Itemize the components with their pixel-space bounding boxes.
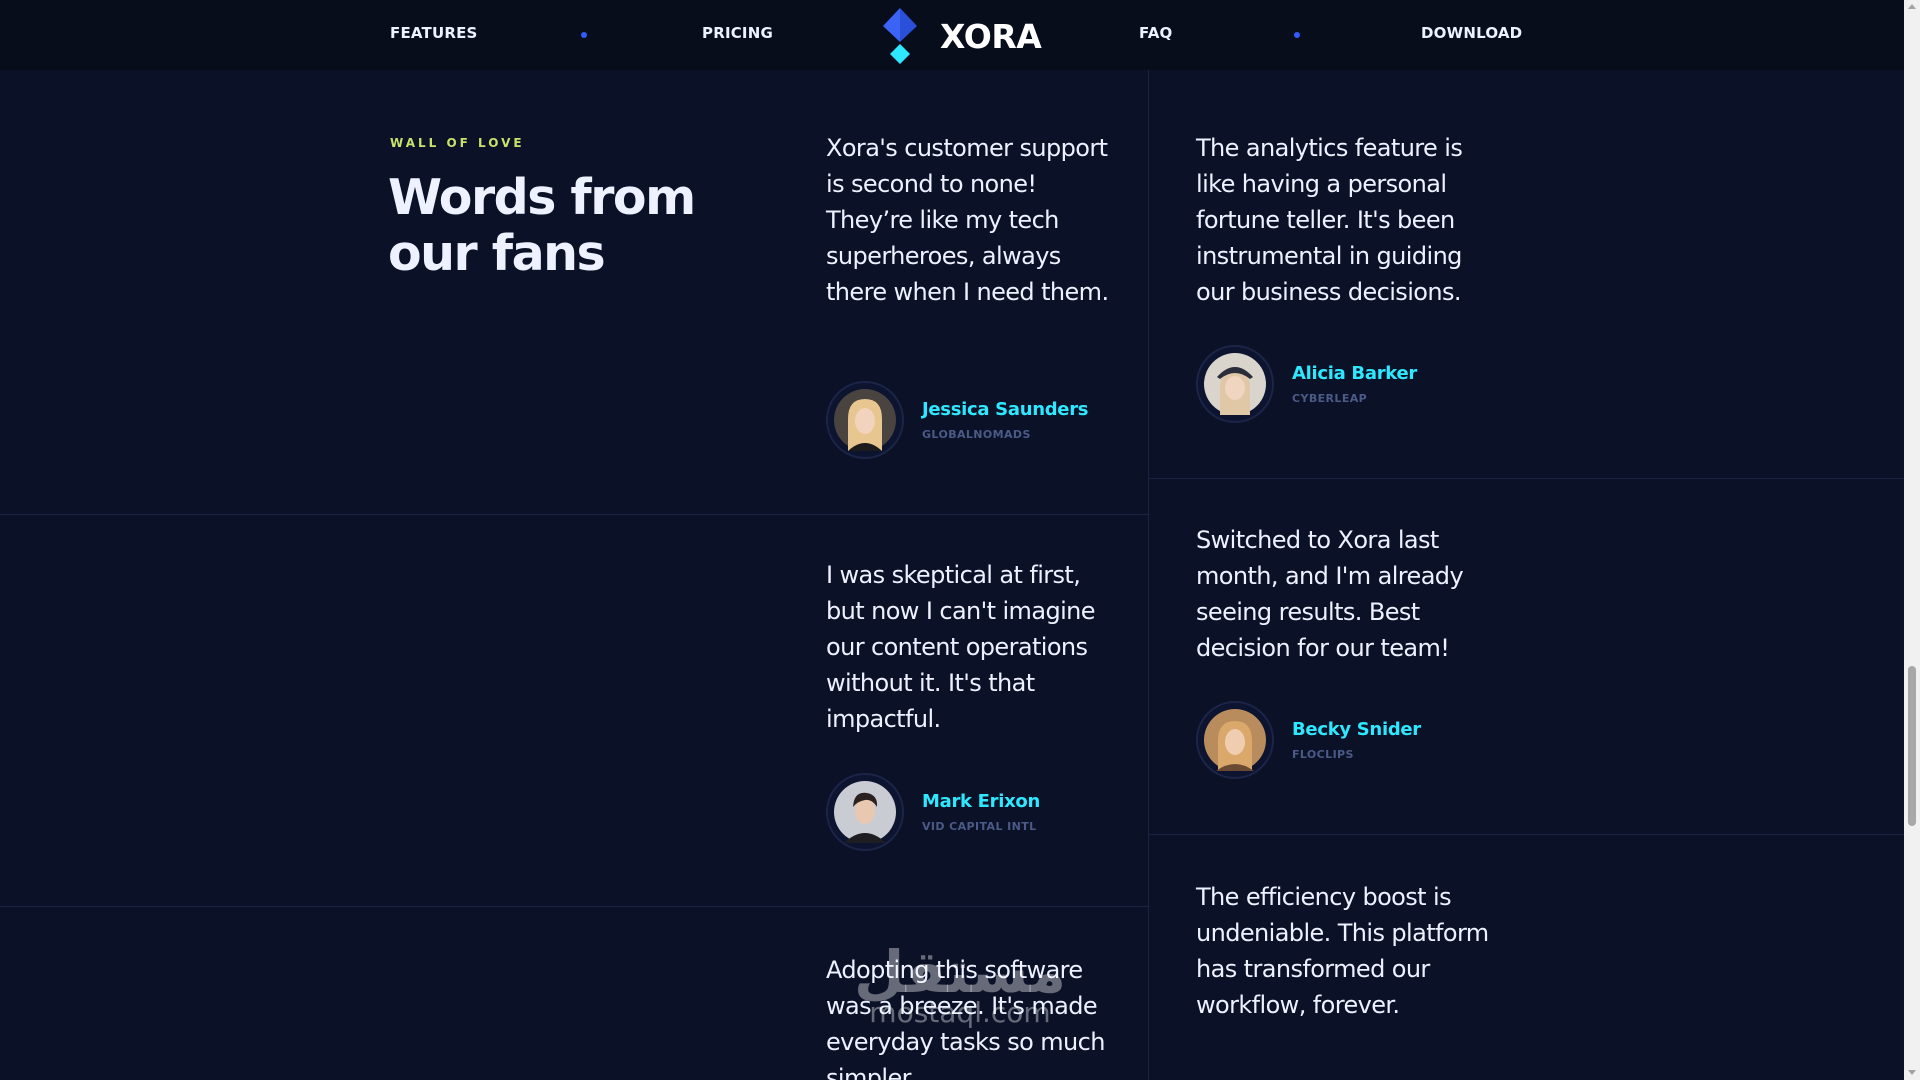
testimonial-quote: Xora's customer support is second to non…: [826, 134, 1109, 306]
author-name: Mark Erixon: [922, 791, 1041, 812]
testimonial-quote: Switched to Xora last month, and I'm alr…: [1196, 526, 1464, 662]
nav-separator-dot: [1294, 32, 1300, 38]
testimonial-quote: The analytics feature is like having a p…: [1196, 134, 1463, 306]
row-divider: [1149, 478, 1904, 479]
nav-link-pricing[interactable]: PRICING: [702, 24, 773, 42]
scroll-thumb[interactable]: [1908, 666, 1916, 826]
author-company: GLOBALNOMADS: [922, 428, 1031, 441]
scroll-down-arrow-icon[interactable]: [1908, 1070, 1916, 1075]
testimonial-author: Jessica Saunders GLOBALNOMADS: [826, 381, 1089, 459]
scroll-up-arrow-icon[interactable]: [1908, 4, 1916, 9]
testimonial-quote: The efficiency boost is undeniable. This…: [1196, 883, 1489, 1019]
testimonial-author: Becky Snider FLOCLIPS: [1196, 701, 1421, 779]
avatar-woman-sunset-icon: [1204, 709, 1266, 771]
row-divider: [0, 906, 1148, 907]
testimonial-quote: I was skeptical at first, but now I can'…: [826, 561, 1096, 733]
top-navbar: FEATURES PRICING XORA FAQ DOWNLOAD: [0, 0, 1904, 70]
nav-link-faq[interactable]: FAQ: [1139, 24, 1173, 42]
author-name: Alicia Barker: [1292, 363, 1417, 384]
nav-link-download[interactable]: DOWNLOAD: [1421, 24, 1522, 42]
avatar-blonde-woman-icon: [834, 389, 896, 451]
avatar-man-icon: [834, 781, 896, 843]
nav-separator-dot: [581, 32, 587, 38]
testimonial-quote: Adopting this software was a breeze. It'…: [826, 956, 1105, 1080]
author-company: CYBERLEAP: [1292, 392, 1368, 405]
author-name: Becky Snider: [1292, 719, 1421, 740]
column-divider: [1148, 70, 1149, 1080]
avatar: [826, 381, 904, 459]
section-eyebrow: WALL OF LOVE: [390, 136, 525, 150]
avatar: [826, 773, 904, 851]
avatar: [1196, 345, 1274, 423]
avatar: [1196, 701, 1274, 779]
row-divider: [1149, 834, 1904, 835]
section-heading: Words from our fans: [388, 169, 696, 282]
page: FEATURES PRICING XORA FAQ DOWNLOAD WALL …: [0, 0, 1904, 1080]
nav-link-features[interactable]: FEATURES: [390, 24, 478, 42]
row-divider: [0, 514, 1148, 515]
author-name: Jessica Saunders: [922, 399, 1089, 420]
avatar-woman-cap-icon: [1204, 353, 1266, 415]
vertical-scrollbar[interactable]: [1904, 0, 1920, 1080]
xora-logo-icon: [883, 8, 917, 64]
author-company: FLOCLIPS: [1292, 748, 1354, 761]
brand-logo[interactable]: XORA: [872, 8, 1042, 64]
testimonial-author: Alicia Barker CYBERLEAP: [1196, 345, 1417, 423]
author-company: VID CAPITAL INTL: [922, 820, 1037, 833]
brand-name: XORA: [940, 16, 1042, 56]
testimonial-author: Mark Erixon VID CAPITAL INTL: [826, 773, 1040, 851]
